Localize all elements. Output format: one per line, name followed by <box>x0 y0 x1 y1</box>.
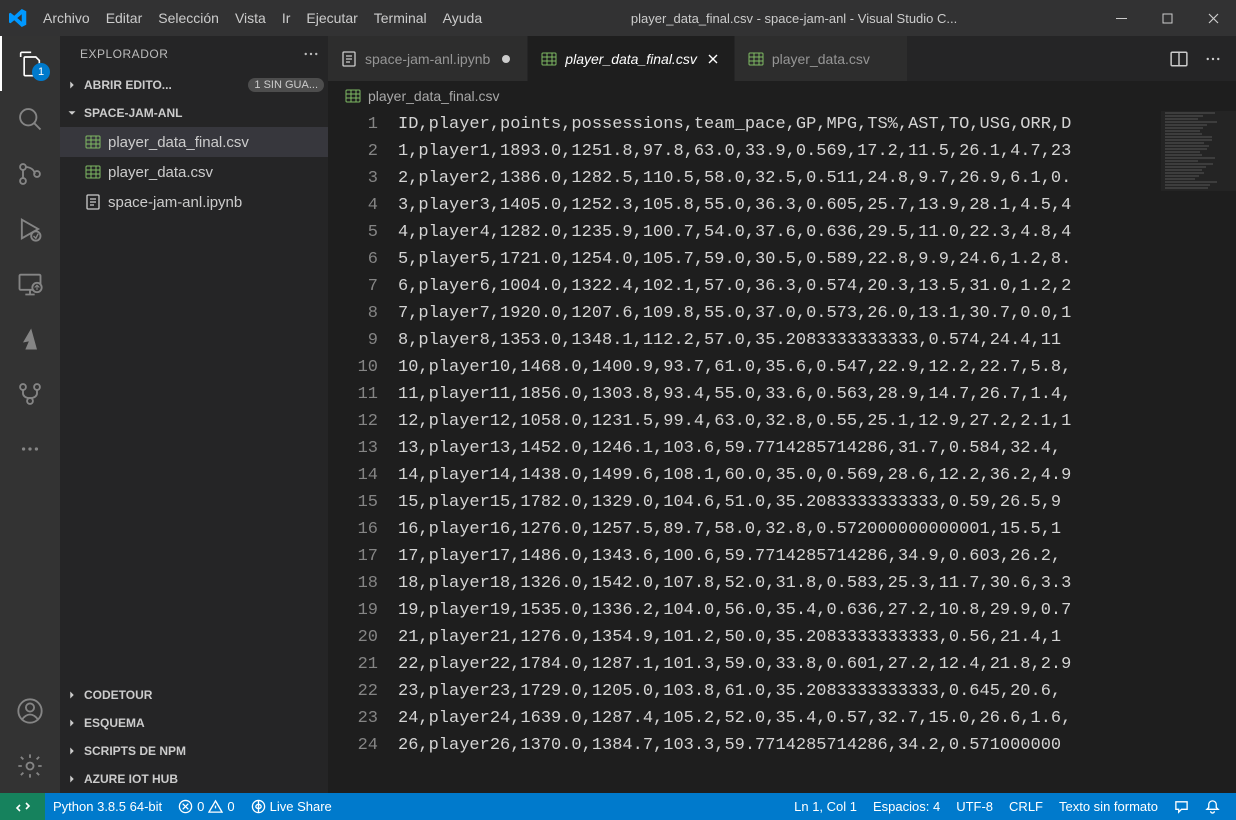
more-icon[interactable] <box>1198 44 1228 74</box>
folder-section[interactable]: SPACE-JAM-ANL <box>60 99 328 127</box>
breadcrumb-file: player_data_final.csv <box>368 88 500 104</box>
unsaved-badge: 1 SIN GUA... <box>248 78 324 92</box>
npm-scripts-section[interactable]: SCRIPTS DE NPM <box>60 737 328 765</box>
window-controls <box>1098 0 1236 36</box>
notebook-icon <box>340 50 358 68</box>
file-label: player_data.csv <box>108 164 213 181</box>
folder-name: SPACE-JAM-ANL <box>84 106 182 120</box>
menu-terminal[interactable]: Terminal <box>366 0 435 36</box>
spreadsheet-icon <box>84 133 102 151</box>
spreadsheet-icon <box>540 50 558 68</box>
split-editor-icon[interactable] <box>1164 44 1194 74</box>
tab-bar: space-jam-anl.ipynb player_data_final.cs… <box>328 36 1236 81</box>
tab-player-data-csv[interactable]: player_data.csv <box>735 36 908 81</box>
section-label: CODETOUR <box>84 688 152 702</box>
live-share-label: Live Share <box>270 799 332 814</box>
status-live-share[interactable]: Live Share <box>243 793 340 820</box>
notebook-icon <box>84 193 102 211</box>
close-button[interactable] <box>1190 0 1236 36</box>
tab-label: space-jam-anl.ipynb <box>365 51 490 67</box>
activity-remote-explorer[interactable] <box>0 256 60 311</box>
more-icon[interactable] <box>302 45 320 63</box>
status-language[interactable]: Texto sin formato <box>1051 793 1166 820</box>
status-position[interactable]: Ln 1, Col 1 <box>786 793 865 820</box>
tab-player-data-final-csv[interactable]: player_data_final.csv <box>528 36 735 81</box>
activity-run-debug[interactable] <box>0 201 60 256</box>
chevron-right-icon <box>64 716 80 730</box>
tab-space-jam-anl-ipynb[interactable]: space-jam-anl.ipynb <box>328 36 528 81</box>
file-player-data-csv[interactable]: player_data.csv <box>60 157 328 187</box>
sidebar: EXPLORADOR ABRIR EDITO... 1 SIN GUA... S… <box>60 36 328 793</box>
minimap[interactable] <box>1161 111 1236 793</box>
activity-explorer[interactable]: 1 <box>0 36 60 91</box>
status-feedback-icon[interactable] <box>1166 793 1197 820</box>
chevron-right-icon <box>64 78 80 92</box>
section-label: ESQUEMA <box>84 716 145 730</box>
status-eol[interactable]: CRLF <box>1001 793 1051 820</box>
menu-ejecutar[interactable]: Ejecutar <box>298 0 365 36</box>
activity-github[interactable] <box>0 366 60 421</box>
esquema-section[interactable]: ESQUEMA <box>60 709 328 737</box>
dirty-indicator-icon[interactable] <box>497 50 515 68</box>
minimize-button[interactable] <box>1098 0 1144 36</box>
window-title: player_data_final.csv - space-jam-anl - … <box>490 11 1098 26</box>
open-editors-section[interactable]: ABRIR EDITO... 1 SIN GUA... <box>60 71 328 99</box>
activity-settings[interactable] <box>0 738 60 793</box>
tab-label: player_data_final.csv <box>565 51 697 67</box>
line-gutter: 123456789101112131415161718192021222324 <box>328 111 398 793</box>
file-player-data-final-csv[interactable]: player_data_final.csv <box>60 127 328 157</box>
activity-bar: 1 <box>0 36 60 793</box>
menu-bar: Archivo Editar Selección Vista Ir Ejecut… <box>35 0 490 36</box>
breadcrumb[interactable]: player_data_final.csv <box>328 81 1236 111</box>
explorer-badge: 1 <box>32 63 50 81</box>
menu-archivo[interactable]: Archivo <box>35 0 98 36</box>
status-problems[interactable]: 0 0 <box>170 793 242 820</box>
chevron-right-icon <box>64 688 80 702</box>
vscode-logo-icon <box>0 9 35 27</box>
close-icon[interactable] <box>704 50 722 68</box>
file-space-jam-anl-ipynb[interactable]: space-jam-anl.ipynb <box>60 187 328 217</box>
explorer-label: EXPLORADOR <box>80 47 168 61</box>
chevron-right-icon <box>64 744 80 758</box>
status-bar: Python 3.8.5 64-bit 0 0 Live Share Ln 1,… <box>0 793 1236 820</box>
title-bar: Archivo Editar Selección Vista Ir Ejecut… <box>0 0 1236 36</box>
status-spaces[interactable]: Espacios: 4 <box>865 793 948 820</box>
status-bell-icon[interactable] <box>1197 793 1228 820</box>
chevron-down-icon <box>64 106 80 120</box>
file-tree: player_data_final.csv player_data.csv sp… <box>60 127 328 217</box>
section-label: SCRIPTS DE NPM <box>84 744 186 758</box>
chevron-right-icon <box>64 772 80 786</box>
activity-more[interactable] <box>0 421 60 476</box>
activity-search[interactable] <box>0 91 60 146</box>
remote-indicator[interactable] <box>0 793 45 820</box>
maximize-button[interactable] <box>1144 0 1190 36</box>
tab-label: player_data.csv <box>772 51 870 67</box>
code-area[interactable]: ID,player,points,possessions,team_pace,G… <box>398 111 1161 793</box>
menu-vista[interactable]: Vista <box>227 0 274 36</box>
tab-actions <box>1164 36 1236 81</box>
file-label: player_data_final.csv <box>108 134 249 151</box>
activity-azure[interactable] <box>0 311 60 366</box>
menu-ayuda[interactable]: Ayuda <box>435 0 490 36</box>
open-editors-label: ABRIR EDITO... <box>84 78 172 92</box>
file-label: space-jam-anl.ipynb <box>108 194 242 211</box>
activity-accounts[interactable] <box>0 683 60 738</box>
menu-editar[interactable]: Editar <box>98 0 151 36</box>
sidebar-title: EXPLORADOR <box>60 36 328 71</box>
spreadsheet-icon <box>344 87 362 105</box>
status-encoding[interactable]: UTF-8 <box>948 793 1001 820</box>
warning-count: 0 <box>227 799 234 814</box>
error-count: 0 <box>197 799 204 814</box>
menu-ir[interactable]: Ir <box>274 0 299 36</box>
editor-area: space-jam-anl.ipynb player_data_final.cs… <box>328 36 1236 793</box>
spreadsheet-icon <box>747 50 765 68</box>
codetour-section[interactable]: CODETOUR <box>60 681 328 709</box>
spreadsheet-icon <box>84 163 102 181</box>
activity-source-control[interactable] <box>0 146 60 201</box>
section-label: AZURE IOT HUB <box>84 772 178 786</box>
azure-iot-section[interactable]: AZURE IOT HUB <box>60 765 328 793</box>
editor-content[interactable]: 123456789101112131415161718192021222324 … <box>328 111 1236 793</box>
status-python[interactable]: Python 3.8.5 64-bit <box>45 793 170 820</box>
menu-seleccion[interactable]: Selección <box>150 0 227 36</box>
